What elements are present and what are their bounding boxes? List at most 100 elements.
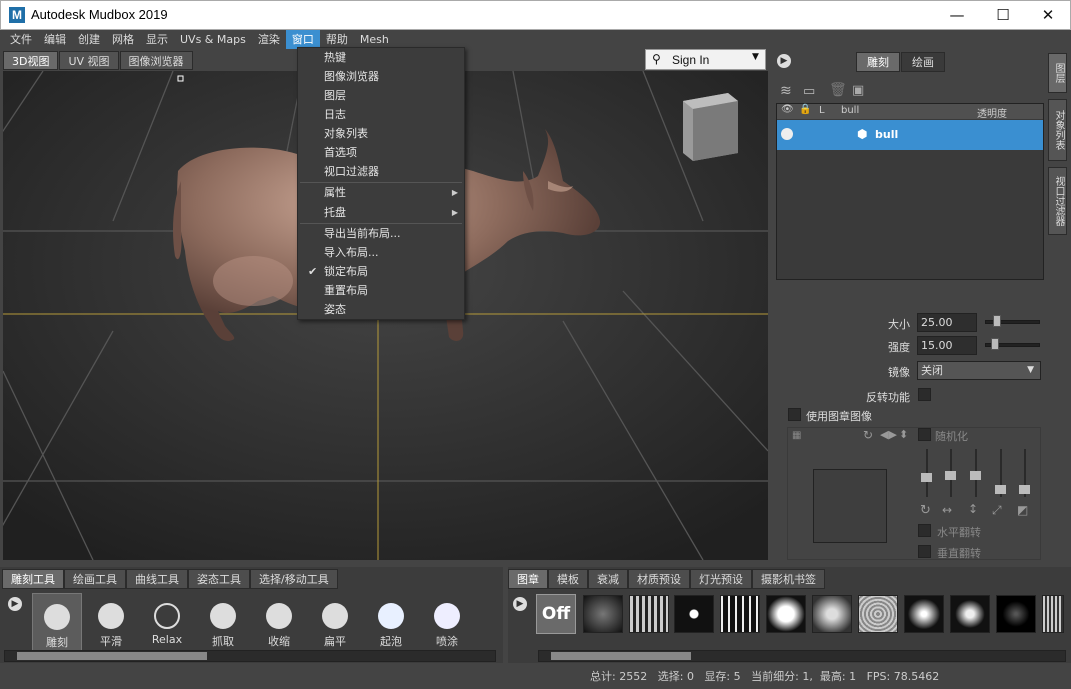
vertical-tabs: 图层 对象列表 视口过滤器 xyxy=(1047,51,1069,560)
tab-camera-bookmarks[interactable]: 摄影机书签 xyxy=(752,569,825,589)
stamp-blot[interactable] xyxy=(950,595,990,633)
flip-h-icon[interactable]: ◀▶ xyxy=(880,428,897,441)
menu-item-viewport-filters[interactable]: 视口过滤器 xyxy=(298,162,464,181)
menu-item-image-browser[interactable]: 图像浏览器 xyxy=(298,67,464,86)
foamy-icon xyxy=(378,603,404,629)
submenu-arrow-icon: ▶ xyxy=(451,188,458,197)
tool-pinch[interactable]: 收缩 xyxy=(254,593,304,655)
panel-expand-icon[interactable]: ▶ xyxy=(777,54,791,68)
menu-mesh-cn[interactable]: 网格 xyxy=(106,30,140,49)
stamp-preview[interactable] xyxy=(813,469,887,543)
tools-scrollbar[interactable] xyxy=(4,650,496,662)
size-slider-thumb[interactable] xyxy=(993,315,1002,327)
sign-in-button[interactable]: ⚲ Sign In ▼ xyxy=(645,49,766,70)
stamp-soft[interactable] xyxy=(812,595,852,633)
minimize-button[interactable]: — xyxy=(934,1,980,30)
stamp-rock[interactable] xyxy=(858,595,898,633)
stamps-scrollbar[interactable] xyxy=(538,650,1066,662)
vflip-checkbox[interactable] xyxy=(918,545,931,558)
menu-item-properties[interactable]: 属性 ▶ xyxy=(298,183,464,202)
menu-item-log[interactable]: 日志 xyxy=(298,105,464,124)
hflip-checkbox[interactable] xyxy=(918,524,931,537)
lock-icon[interactable]: 🔒 xyxy=(799,104,811,115)
view-cube[interactable] xyxy=(683,93,738,161)
tool-foamy[interactable]: 起泡 xyxy=(366,593,416,655)
visibility-dot-icon[interactable] xyxy=(781,128,793,140)
menu-item-export-layout[interactable]: 导出当前布局... xyxy=(298,224,464,243)
total-value: 2552 xyxy=(619,670,648,683)
menu-item-layers[interactable]: 图层 xyxy=(298,86,464,105)
stamp-cloud[interactable] xyxy=(766,595,806,633)
stamp-off-button[interactable]: Off xyxy=(536,594,576,634)
layer-row[interactable]: ⬢ bull xyxy=(777,120,1043,150)
tool-flatten[interactable]: 扁平 xyxy=(310,593,360,655)
maximize-button[interactable]: ☐ xyxy=(980,1,1026,30)
tab-sculpt-tools[interactable]: 雕刻工具 xyxy=(2,569,64,589)
stamp-stars[interactable] xyxy=(996,595,1036,633)
tray-expand-icon[interactable]: ▶ xyxy=(8,597,22,611)
menu-item-object-list[interactable]: 对象列表 xyxy=(298,124,464,143)
tool-smooth[interactable]: 平滑 xyxy=(86,593,136,655)
strength-slider-thumb[interactable] xyxy=(990,338,999,350)
sign-in-label: Sign In xyxy=(672,53,710,67)
status-info: 总计: 2552 选择: 0 显存: 5 当前细分: 1, 最高: 1 FPS:… xyxy=(590,670,940,683)
trash-icon[interactable]: 🗑 xyxy=(829,82,847,98)
menu-file[interactable]: 文件 xyxy=(4,30,38,49)
menu-uvs-maps[interactable]: UVs & Maps xyxy=(174,30,252,49)
rotate-icon[interactable]: ↻ xyxy=(863,428,873,442)
menu-item-preferences[interactable]: 首选项 xyxy=(298,143,464,162)
menu-item-reset-layout[interactable]: 重置布局 xyxy=(298,281,464,300)
close-button[interactable]: ✕ xyxy=(1025,1,1071,30)
flip-v-icon[interactable]: ⬍ xyxy=(899,428,908,441)
tab-image-browser[interactable]: 图像浏览器 xyxy=(119,51,193,70)
tool-grab[interactable]: 抓取 xyxy=(198,593,248,655)
stamp-splat[interactable] xyxy=(674,595,714,633)
eye-icon[interactable]: 👁 xyxy=(781,104,794,115)
folder-icon[interactable]: ▭ xyxy=(803,84,815,99)
stamp-bark[interactable] xyxy=(1042,595,1064,633)
mirror-select[interactable]: 关闭 ▼ xyxy=(917,361,1041,380)
menu-create[interactable]: 创建 xyxy=(72,30,106,49)
tab-uv-view[interactable]: UV 视图 xyxy=(59,51,119,70)
stamps-expand-icon[interactable]: ▶ xyxy=(513,597,527,611)
tab-paint-tools[interactable]: 绘画工具 xyxy=(64,569,126,589)
randomize-checkbox[interactable] xyxy=(918,428,931,441)
menu-item-pose[interactable]: 姿态 xyxy=(298,300,464,319)
size-field[interactable]: 25.00 xyxy=(917,313,977,332)
tab-stencils[interactable]: 模板 xyxy=(548,569,588,589)
stamp-speckle[interactable] xyxy=(904,595,944,633)
use-stamp-checkbox[interactable] xyxy=(788,408,801,421)
tool-spray[interactable]: 喷涂 xyxy=(422,593,472,655)
tab-select-move-tools[interactable]: 选择/移动工具 xyxy=(250,569,338,589)
menu-item-lock-layout[interactable]: ✔ 锁定布局 xyxy=(298,262,464,281)
tab-sculpt[interactable]: 雕刻 xyxy=(856,52,900,72)
tab-falloff[interactable]: 衰减 xyxy=(588,569,628,589)
layers-stack-icon[interactable]: ≋ xyxy=(780,83,792,99)
tool-relax[interactable]: Relax xyxy=(142,593,192,655)
tab-3d-view[interactable]: 3D视图 xyxy=(3,51,59,70)
tool-sculpt[interactable]: 雕刻 xyxy=(32,593,82,655)
menu-item-import-layout[interactable]: 导入布局... xyxy=(298,243,464,262)
tab-paint[interactable]: 绘画 xyxy=(901,52,945,72)
menu-edit[interactable]: 编辑 xyxy=(38,30,72,49)
stamp-import-icon[interactable]: ▦ xyxy=(792,430,801,441)
invert-checkbox[interactable] xyxy=(918,388,931,401)
vtab-object-list[interactable]: 对象列表 xyxy=(1048,99,1067,161)
stamp-streaks[interactable] xyxy=(720,595,760,633)
menu-item-hotkeys[interactable]: 热键 xyxy=(298,48,464,67)
menu-render[interactable]: 渲染 xyxy=(252,30,286,49)
strength-field[interactable]: 15.00 xyxy=(917,336,977,355)
merge-layer-icon[interactable]: ▣ xyxy=(852,83,864,98)
tab-light-presets[interactable]: 灯光预设 xyxy=(690,569,752,589)
stamp-grid[interactable] xyxy=(629,595,669,633)
menu-item-trays[interactable]: 托盘 ▶ xyxy=(298,203,464,222)
menu-display[interactable]: 显示 xyxy=(140,30,174,49)
tab-material-presets[interactable]: 材质预设 xyxy=(628,569,690,589)
stamp-noise[interactable] xyxy=(583,595,623,633)
tab-stamps[interactable]: 图章 xyxy=(508,569,548,589)
tab-pose-tools[interactable]: 姿态工具 xyxy=(188,569,250,589)
max-value: 1 xyxy=(849,670,857,683)
vtab-viewport-filters[interactable]: 视口过滤器 xyxy=(1048,167,1067,235)
tab-curve-tools[interactable]: 曲线工具 xyxy=(126,569,188,589)
vtab-layers[interactable]: 图层 xyxy=(1048,53,1067,93)
